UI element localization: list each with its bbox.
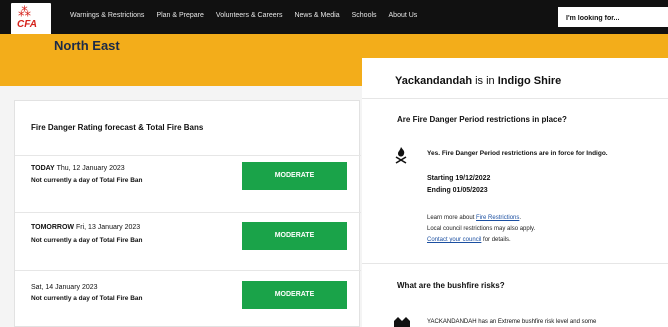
location-heading: Yackandandah is in Indigo Shire <box>395 75 561 87</box>
restriction-end: Ending 01/05/2023 <box>427 187 488 194</box>
nav-item-news[interactable]: News & Media <box>294 12 339 19</box>
contact-line: Contact your council for details. <box>427 237 511 243</box>
search-box <box>558 7 668 29</box>
tfb-status: Not currently a day of Total Fire Ban <box>31 295 143 302</box>
restriction-start: Starting 19/12/2022 <box>427 175 491 182</box>
learn-more-suffix: . <box>519 215 522 221</box>
day-date: Fri, 13 January 2023 <box>76 224 141 231</box>
divider <box>362 98 668 99</box>
main-nav: Warnings & Restrictions Plan & Prepare V… <box>70 12 417 19</box>
day-date: Sat, 14 January 2023 <box>31 284 98 291</box>
tfb-status: Not currently a day of Total Fire Ban <box>31 237 143 244</box>
divider <box>362 263 668 264</box>
learn-more-line: Learn more about Fire Restrictions. <box>427 215 521 221</box>
divider <box>15 270 361 271</box>
nav-item-plan[interactable]: Plan & Prepare <box>156 12 203 19</box>
top-nav-bar: ⁂ CFA Warnings & Restrictions Plan & Pre… <box>0 0 668 35</box>
divider <box>15 155 361 156</box>
fire-danger-rating-badge[interactable]: MODERATE <box>242 222 347 250</box>
restrictions-answer: Yes. Fire Danger Period restrictions are… <box>427 150 608 157</box>
restrictions-question: Are Fire Danger Period restrictions in p… <box>397 115 567 124</box>
learn-more-prefix: Learn more about <box>427 215 477 221</box>
fire-danger-rating-badge[interactable]: MODERATE <box>242 162 347 190</box>
town-name: Yackandandah <box>395 75 473 87</box>
location-connector: is in <box>472 75 498 87</box>
divider <box>15 212 361 213</box>
day-date: Thu, 12 January 2023 <box>56 165 125 172</box>
day-label: TOMORROW Fri, 13 January 2023 <box>31 224 140 231</box>
flame-icon: ⁂ <box>18 4 31 19</box>
contact-council-link[interactable]: Contact your council <box>427 237 481 243</box>
risk-summary: YACKANDANDAH has an Extreme bushfire ris… <box>427 319 597 325</box>
location-panel: Yackandandah is in Indigo Shire Are Fire… <box>362 58 668 327</box>
nav-item-schools[interactable]: Schools <box>352 12 377 19</box>
forecast-title: Fire Danger Rating forecast & Total Fire… <box>31 123 204 132</box>
search-input[interactable] <box>558 8 668 29</box>
logo-text: CFA <box>17 19 37 30</box>
nav-item-about[interactable]: About Us <box>389 12 418 19</box>
fire-restrictions-link[interactable]: Fire Restrictions <box>476 215 519 221</box>
region-title: North East <box>54 38 120 53</box>
forecast-card: Fire Danger Rating forecast & Total Fire… <box>14 100 361 327</box>
fire-danger-rating-badge[interactable]: MODERATE <box>242 281 347 309</box>
contact-suffix: for details. <box>481 237 511 243</box>
houses-icon <box>394 315 410 327</box>
day-prefix: TOMORROW <box>31 224 75 231</box>
day-label: Sat, 14 January 2023 <box>31 284 98 291</box>
nav-item-warnings[interactable]: Warnings & Restrictions <box>70 12 144 19</box>
day-label: TODAY Thu, 12 January 2023 <box>31 165 125 172</box>
tfb-status: Not currently a day of Total Fire Ban <box>31 177 143 184</box>
shire-name: Indigo Shire <box>497 75 562 87</box>
cfa-logo[interactable]: ⁂ CFA <box>11 3 51 35</box>
day-prefix: TODAY <box>31 165 55 172</box>
fire-restriction-icon <box>394 146 408 167</box>
risks-question: What are the bushfire risks? <box>397 281 505 290</box>
local-council-note: Local council restrictions may also appl… <box>427 226 536 232</box>
nav-item-volunteers[interactable]: Volunteers & Careers <box>216 12 283 19</box>
